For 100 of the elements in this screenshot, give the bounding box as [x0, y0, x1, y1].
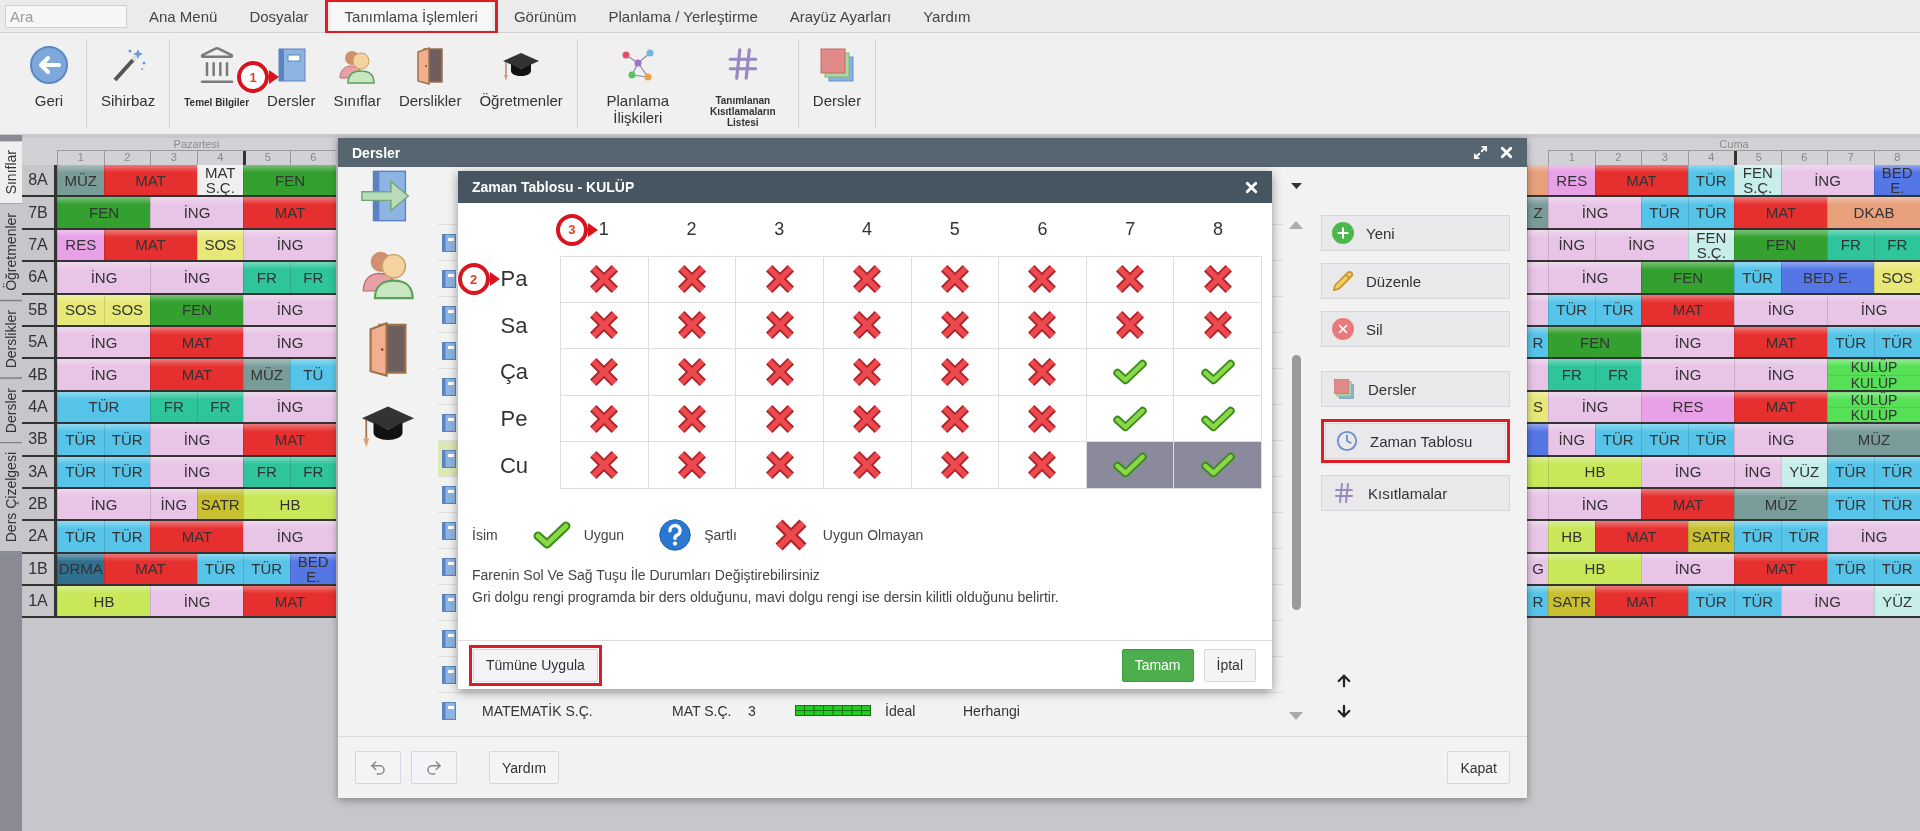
time-slot[interactable] — [648, 302, 737, 350]
toolbar-button[interactable]: Sihirbaz — [95, 39, 162, 128]
time-slot[interactable] — [823, 302, 912, 350]
lesson-cell: SOS — [1873, 262, 1920, 293]
time-slot[interactable] — [648, 349, 737, 396]
lesson-cell: İNG — [150, 586, 243, 617]
menu-item[interactable]: Tanımlama İşlemleri — [330, 2, 492, 30]
time-slot[interactable] — [560, 302, 649, 350]
button-label: Yeni — [1366, 224, 1395, 242]
time-slot[interactable] — [911, 256, 1000, 303]
legend-text: Uygun Olmayan — [822, 526, 924, 543]
document-icon — [442, 233, 456, 252]
help-button[interactable]: Yardım — [489, 751, 560, 784]
lesson-cell: TÜR — [1827, 553, 1874, 585]
time-slot[interactable] — [1174, 395, 1262, 443]
time-slot[interactable] — [560, 349, 649, 396]
toolbar-button[interactable]: Derslikler — [392, 39, 468, 128]
time-slot[interactable] — [1174, 349, 1262, 396]
time-slot[interactable] — [1086, 442, 1175, 489]
lesson-cell: İNG — [57, 326, 150, 358]
toolbar-button[interactable]: Geri — [20, 39, 78, 128]
time-slot[interactable] — [999, 442, 1087, 489]
lesson-cell: FR — [289, 262, 336, 293]
placement-text: İdeal — [885, 702, 917, 719]
time-slot[interactable] — [648, 442, 737, 489]
time-slot[interactable] — [648, 256, 737, 303]
side-tab[interactable]: Öğretmenler — [0, 204, 22, 302]
cancel-button[interactable]: İptal — [1203, 648, 1256, 682]
lesson-cell: TÜR — [243, 553, 290, 585]
time-slot[interactable] — [736, 395, 824, 443]
time-slot[interactable] — [1174, 256, 1262, 303]
time-slot[interactable] — [823, 256, 912, 303]
time-slot[interactable] — [736, 442, 824, 489]
lesson-cell: MAT — [1641, 488, 1734, 520]
time-slot[interactable] — [823, 349, 912, 396]
lesson-cell: MÜZ — [1734, 488, 1827, 520]
time-slot[interactable] — [1086, 256, 1175, 303]
move-up-icon[interactable] — [1335, 672, 1353, 690]
caret-icon[interactable] — [1290, 183, 1302, 189]
action-button[interactable]: Yeni — [1321, 215, 1510, 251]
lesson-cell: İNG — [1734, 424, 1827, 455]
time-slot[interactable] — [736, 349, 824, 396]
time-slot[interactable] — [999, 395, 1087, 443]
delete-icon — [1332, 318, 1354, 340]
time-slot[interactable] — [560, 256, 649, 303]
action-button[interactable]: Düzenle — [1321, 263, 1510, 299]
time-slot[interactable] — [648, 395, 737, 443]
lesson-cell: İNG — [150, 424, 243, 455]
apply-all-button[interactable]: Tümüne Uygula — [473, 648, 598, 682]
time-slot[interactable] — [560, 442, 649, 489]
menu-item[interactable]: Görünüm — [499, 2, 591, 30]
side-tab[interactable]: Ders Çizelgesi — [0, 442, 22, 552]
menu-item[interactable]: Dosyalar — [235, 2, 323, 30]
time-slot[interactable] — [736, 302, 824, 350]
time-slot[interactable] — [1086, 395, 1175, 443]
search-field[interactable]: Ara — [5, 4, 127, 28]
menu-item[interactable]: Planlama / Yerleştirme — [594, 2, 772, 30]
period-number: 1 — [598, 219, 609, 240]
time-slot[interactable] — [999, 256, 1087, 303]
action-button[interactable]: Dersler — [1321, 371, 1510, 407]
side-tab[interactable]: Dersler — [0, 378, 22, 443]
menu-item[interactable]: Arayüz Ayarları — [775, 2, 906, 30]
toolbar-button[interactable]: Planlama İlişkileri — [585, 39, 690, 128]
lesson-cell: MAT — [150, 359, 243, 390]
time-slot[interactable] — [1086, 302, 1175, 350]
toolbar-button[interactable]: Dersler — [806, 39, 868, 128]
action-button[interactable]: Sil — [1321, 311, 1510, 347]
close-icon[interactable] — [1498, 144, 1515, 161]
time-slot[interactable] — [911, 442, 1000, 489]
time-slot[interactable] — [911, 349, 1000, 396]
time-slot[interactable] — [999, 349, 1087, 396]
time-slot[interactable] — [823, 442, 912, 489]
time-slot[interactable] — [911, 302, 1000, 350]
action-button[interactable]: Zaman Tablosu — [1325, 423, 1506, 459]
time-slot[interactable] — [1086, 349, 1175, 396]
lesson-cell: İNG — [57, 488, 150, 520]
toolbar-button[interactable]: Tanımlanan Kısıtlamaların Listesi — [695, 39, 790, 128]
time-slot[interactable] — [911, 395, 1000, 443]
toolbar-button[interactable]: Öğretmenler — [473, 39, 569, 128]
menu-item[interactable]: Ana Menü — [135, 2, 232, 30]
toolbar-button[interactable]: Sınıflar — [327, 39, 387, 128]
toolbar-label: Öğretmenler — [479, 93, 563, 110]
action-button[interactable]: Kısıtlamalar — [1321, 475, 1510, 511]
time-slot[interactable] — [823, 395, 912, 443]
time-slot[interactable] — [736, 256, 824, 303]
list-row[interactable] — [438, 441, 460, 476]
side-tab[interactable]: Sınıflar — [0, 141, 22, 205]
time-slot[interactable] — [1174, 442, 1262, 489]
maximize-icon[interactable] — [1473, 145, 1488, 160]
side-tab[interactable]: Derslikler — [0, 301, 22, 379]
time-slot[interactable] — [1174, 302, 1262, 350]
lesson-cell: İNG — [1641, 553, 1734, 585]
close-button[interactable]: Kapat — [1447, 751, 1510, 784]
scroll-thumb[interactable] — [1291, 355, 1301, 610]
menu-item[interactable]: Yardım — [909, 2, 985, 30]
time-slot[interactable] — [999, 302, 1087, 350]
time-slot[interactable] — [560, 395, 649, 443]
lesson-cell: İNG — [1641, 456, 1734, 487]
move-down-icon[interactable] — [1335, 702, 1353, 720]
lesson-cell: MAT — [103, 165, 197, 196]
